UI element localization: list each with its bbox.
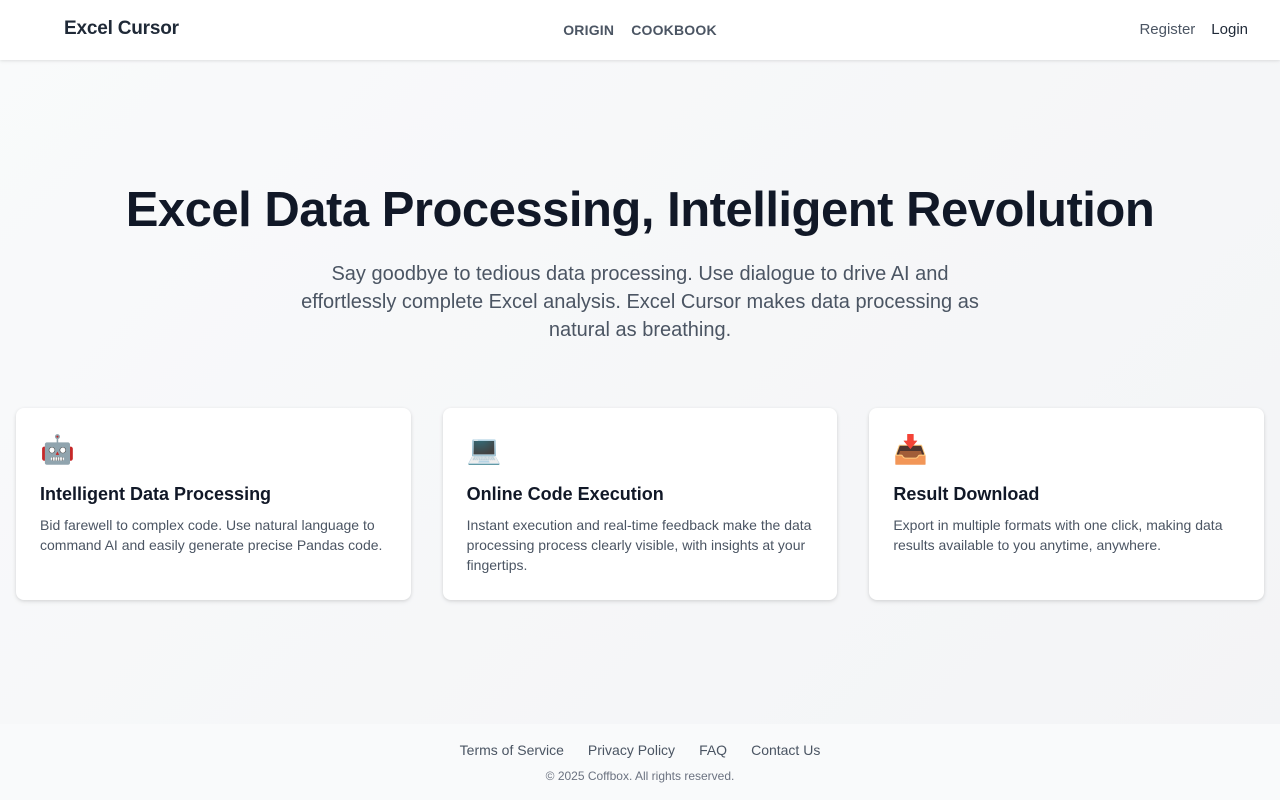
laptop-icon: 💻	[466, 434, 502, 465]
feature-card-code-execution: 💻 Online Code Execution Instant executio…	[442, 408, 838, 600]
copyright-text: © 2025 Coffbox. All rights reserved.	[545, 769, 735, 783]
login-link[interactable]: Login	[1211, 21, 1248, 38]
feature-card-title: Intelligent Data Processing	[40, 484, 272, 504]
auth-links: Register Login	[1139, 21, 1248, 38]
register-link[interactable]: Register	[1139, 21, 1195, 38]
nav-link-cookbook[interactable]: COOKBOOK	[631, 22, 717, 38]
feature-card-description: Instant execution and real-time feedback…	[466, 517, 812, 573]
hero-subtitle: Say goodbye to tedious data processing. …	[301, 263, 979, 341]
footer-link-privacy[interactable]: Privacy Policy	[588, 742, 675, 758]
feature-card-result-download: 📥 Result Download Export in multiple for…	[869, 408, 1265, 600]
footer-link-terms[interactable]: Terms of Service	[460, 742, 564, 758]
feature-cards: 🤖 Intelligent Data Processing Bid farewe…	[16, 408, 1265, 600]
page-footer: Terms of Service Privacy Policy FAQ Cont…	[0, 724, 1280, 800]
nav-link-origin[interactable]: ORIGIN	[563, 22, 614, 38]
feature-card-description: Bid farewell to complex code. Use natura…	[40, 517, 383, 553]
feature-card-intelligent-processing: 🤖 Intelligent Data Processing Bid farewe…	[16, 408, 411, 600]
hero-title: Excel Data Processing, Intelligent Revol…	[125, 183, 1155, 237]
inbox-tray-icon: 📥	[893, 434, 929, 465]
main-nav: ORIGIN COOKBOOK	[0, 22, 1280, 38]
footer-link-contact[interactable]: Contact Us	[751, 742, 820, 758]
footer-link-faq[interactable]: FAQ	[699, 742, 727, 758]
feature-card-title: Result Download	[893, 484, 1040, 504]
robot-icon: 🤖	[40, 434, 75, 465]
feature-card-title: Online Code Execution	[466, 484, 664, 504]
feature-card-description: Export in multiple formats with one clic…	[893, 517, 1223, 553]
footer-links: Terms of Service Privacy Policy FAQ Cont…	[0, 742, 1280, 758]
top-nav-bar: Excel Cursor ORIGIN COOKBOOK Register Lo…	[0, 0, 1280, 60]
